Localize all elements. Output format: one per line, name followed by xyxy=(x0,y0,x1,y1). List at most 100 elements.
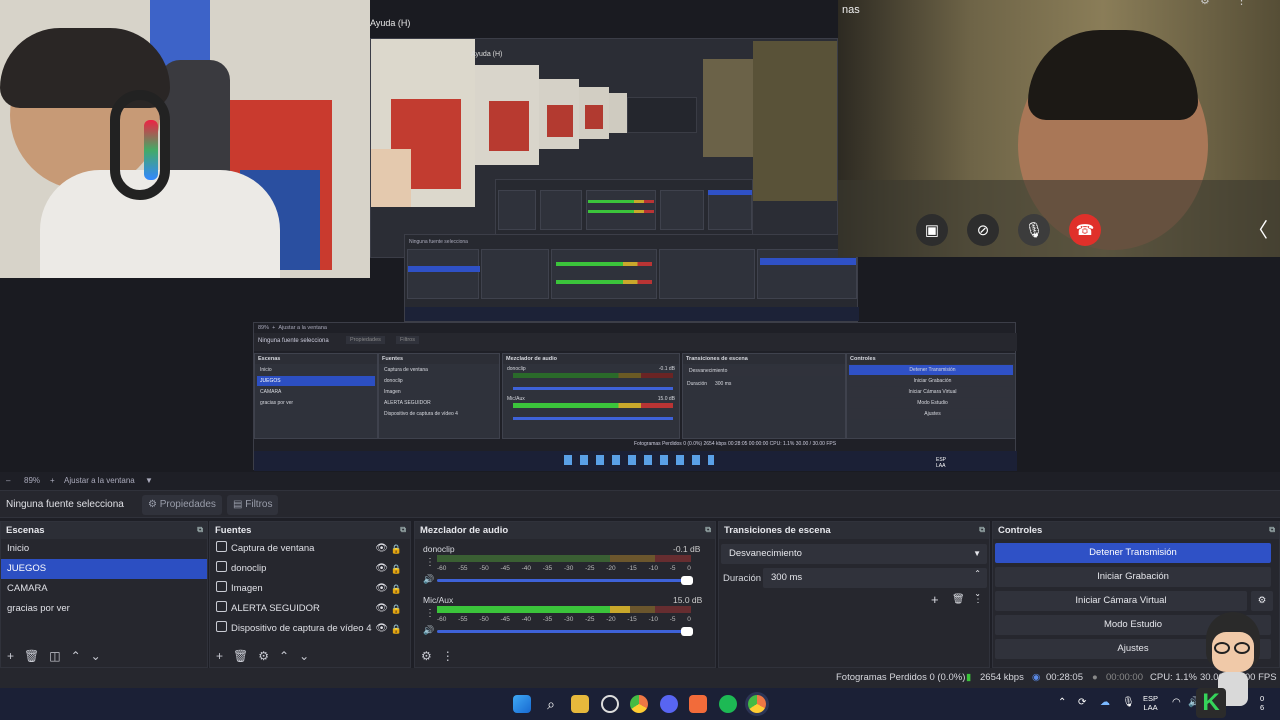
undock-icon[interactable]: ⧉ xyxy=(197,525,203,535)
add-source-button[interactable]: + xyxy=(216,649,223,663)
source-item[interactable]: Captura de ventana 👁 🔒 xyxy=(210,539,410,559)
microphone-icon[interactable]: 🎙 xyxy=(1018,214,1050,246)
hang-up-icon[interactable]: ☎ xyxy=(1069,214,1101,246)
webcam-feed-left xyxy=(0,0,370,278)
gear-icon[interactable]: ⚙ xyxy=(258,649,269,663)
brave-icon[interactable] xyxy=(689,695,707,713)
chevron-up-icon[interactable]: ⌃ xyxy=(1058,697,1066,708)
file-explorer-icon[interactable] xyxy=(571,695,589,713)
nested-item: Dispositivo de captura de vídeo 4 xyxy=(384,411,458,417)
discord-icon[interactable] xyxy=(660,695,678,713)
filter-icon: ▤ xyxy=(233,499,243,510)
gear-icon[interactable]: ⚙ xyxy=(1251,591,1273,611)
kebab-menu-icon[interactable]: ⋮ xyxy=(973,594,983,605)
lock-icon[interactable]: 🔒 xyxy=(391,539,402,559)
scenes-title: Escenas xyxy=(6,525,45,536)
move-up-icon[interactable]: ⌃ xyxy=(71,649,81,663)
kebab-menu-icon[interactable]: ⋮ xyxy=(442,649,454,663)
scene-item[interactable]: CAMARA xyxy=(1,579,207,599)
lock-icon[interactable]: 🔒 xyxy=(391,559,402,579)
screen-off-icon[interactable]: ▣ xyxy=(916,214,948,246)
obs-icon[interactable] xyxy=(601,695,619,713)
volume-slider[interactable] xyxy=(437,627,693,636)
trash-icon[interactable]: 🗑 xyxy=(952,594,965,605)
mixer-title: Mezclador de audio xyxy=(420,525,509,536)
scene-item[interactable]: Inicio xyxy=(1,539,207,559)
add-scene-button[interactable]: + xyxy=(7,649,14,663)
visibility-eye-icon[interactable]: 👁 xyxy=(375,579,388,599)
lock-icon[interactable]: 🔒 xyxy=(391,579,402,599)
collapse-chevron-icon[interactable]: 〈 xyxy=(1248,214,1268,243)
scale-tick: -20 xyxy=(606,565,616,572)
image-icon xyxy=(216,581,227,592)
chrome-icon[interactable] xyxy=(748,695,766,713)
camera-off-icon[interactable]: ⊘ xyxy=(967,214,999,246)
nested-obs-medium: Ninguna fuente selecciona xyxy=(404,234,859,322)
wifi-icon[interactable]: ◠ xyxy=(1172,697,1181,708)
move-up-icon[interactable]: ⌃ xyxy=(279,649,289,663)
mic-icon[interactable]: 🎙 xyxy=(1122,697,1135,708)
nested-item: ALERTA SEGUIDOR xyxy=(384,400,431,406)
chevron-down-icon[interactable]: ▼ xyxy=(145,476,153,485)
speaker-icon[interactable]: 🔊 xyxy=(423,574,434,585)
transition-select[interactable]: Desvanecimiento ▼ xyxy=(721,544,987,564)
add-transition-button[interactable]: + xyxy=(931,592,939,607)
scale-tick: -45 xyxy=(500,565,510,572)
filters-button[interactable]: ▤ Filtros xyxy=(227,495,279,515)
undock-icon[interactable]: ⧉ xyxy=(705,525,711,535)
lock-icon[interactable]: 🔒 xyxy=(391,599,402,619)
chrome-icon[interactable] xyxy=(630,695,648,713)
properties-button[interactable]: ⚙ Propiedades xyxy=(142,495,222,515)
vtuber-avatar-overlay: K xyxy=(1196,610,1268,718)
trash-icon[interactable]: 🗑 xyxy=(24,649,39,663)
bitrate: 2654 kbps xyxy=(980,672,1024,683)
spotify-icon[interactable] xyxy=(719,695,737,713)
source-item[interactable]: donoclip 👁 🔒 xyxy=(210,559,410,579)
start-recording-button[interactable]: Iniciar Grabación xyxy=(995,567,1271,587)
nested-preview-tunnel: Ayuda (H) xyxy=(370,38,838,258)
undock-icon[interactable]: ⧉ xyxy=(400,525,406,535)
cloud-icon[interactable]: ☁ xyxy=(1100,697,1110,708)
kebab-menu-icon[interactable]: ⋮ xyxy=(425,608,435,619)
obs-preview[interactable]: Ayuda (H) Ninguna fuente selecciona 89% … xyxy=(0,0,1280,472)
visibility-eye-icon[interactable]: 👁 xyxy=(375,559,388,579)
zoom-out-button[interactable]: – xyxy=(6,476,10,485)
mixer-settings-icon[interactable]: ⚙ xyxy=(421,649,432,663)
signal-icon: ▮ xyxy=(966,672,972,683)
move-down-icon[interactable]: ⌄ xyxy=(91,649,101,663)
visibility-eye-icon[interactable]: 👁 xyxy=(375,599,388,619)
lock-icon[interactable]: 🔒 xyxy=(391,619,402,639)
trash-icon[interactable]: 🗑 xyxy=(233,649,248,663)
nested-item: Inicio xyxy=(260,367,272,373)
undock-icon[interactable]: ⧉ xyxy=(1269,525,1275,535)
status-bar: Fotogramas Perdidos 0 (0.0%) ▮ 2654 kbps… xyxy=(0,668,1280,688)
keyboard-language[interactable]: ESP LAA xyxy=(1143,694,1158,712)
kebab-menu-icon[interactable]: ⋮ xyxy=(425,557,435,568)
zoom-in-button[interactable]: + xyxy=(50,476,55,485)
source-item[interactable]: Imagen 👁 🔒 xyxy=(210,579,410,599)
speaker-icon[interactable]: 🔊 xyxy=(423,625,434,636)
scene-filters-icon[interactable]: ◫ xyxy=(49,649,60,663)
start-virtual-camera-button[interactable]: Iniciar Cámara Virtual xyxy=(995,591,1247,611)
volume-slider[interactable] xyxy=(437,576,693,585)
undock-icon[interactable]: ⧉ xyxy=(979,525,985,535)
visibility-eye-icon[interactable]: 👁 xyxy=(375,619,388,639)
move-down-icon[interactable]: ⌄ xyxy=(299,649,309,663)
more-icon[interactable]: ⋮ xyxy=(1236,0,1247,7)
gear-icon: ⚙ xyxy=(148,499,157,510)
duration-input[interactable]: 300 ms ⌃ ⌄ xyxy=(763,568,987,598)
controls-title: Controles xyxy=(998,525,1043,536)
stop-streaming-button[interactable]: Detener Transmisión xyxy=(995,543,1271,563)
gear-icon[interactable]: ⚙ xyxy=(1200,0,1210,7)
windows-start-icon[interactable] xyxy=(513,695,531,713)
source-item[interactable]: ALERTA SEGUIDOR 👁 🔒 xyxy=(210,599,410,619)
sync-icon[interactable]: ⟳ xyxy=(1078,697,1086,708)
visibility-eye-icon[interactable]: 👁 xyxy=(375,539,388,559)
search-icon[interactable]: ⌕ xyxy=(542,695,560,713)
fit-window-label[interactable]: Ajustar a la ventana xyxy=(64,476,135,485)
scene-item[interactable]: JUEGOS xyxy=(1,559,207,579)
source-item[interactable]: Dispositivo de captura de vídeo 4 👁 🔒 xyxy=(210,619,410,639)
preview-zoom-bar: – 89% + Ajustar a la ventana ▼ xyxy=(0,472,1280,490)
nested-item: Captura de ventana xyxy=(384,367,428,373)
scene-item[interactable]: gracias por ver xyxy=(1,599,207,619)
